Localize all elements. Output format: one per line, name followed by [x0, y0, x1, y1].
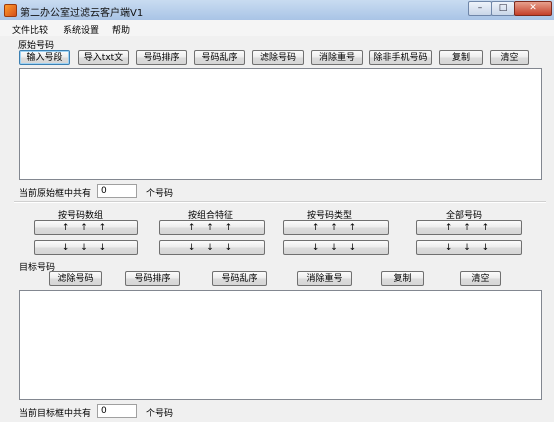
menu-help[interactable]: 帮助	[112, 23, 130, 36]
all-numbers-up-button[interactable]: ↑ ↑ ↑	[416, 220, 522, 235]
target-count-suffix: 个号码	[146, 409, 174, 419]
by-number-type-up-button[interactable]: ↑ ↑ ↑	[283, 220, 389, 235]
target-numbers-textarea[interactable]	[19, 290, 542, 400]
by-number-group-down-button[interactable]: ↓ ↓ ↓	[34, 240, 138, 255]
by-number-group-up-button[interactable]: ↑ ↑ ↑	[34, 220, 138, 235]
all-numbers-down-button[interactable]: ↓ ↓ ↓	[416, 240, 522, 255]
title-bar: 第二办公室过滤云客户端V1 – □ ✕	[0, 0, 554, 21]
menu-system-settings[interactable]: 系统设置	[63, 23, 99, 36]
minimize-button[interactable]: –	[468, 1, 492, 16]
window-title: 第二办公室过滤云客户端V1	[20, 8, 144, 19]
filter-numbers-button[interactable]: 滤除号码	[252, 50, 304, 65]
dedupe-target-button[interactable]: 消除重号	[297, 271, 352, 286]
copy-target-button[interactable]: 复制	[381, 271, 424, 286]
by-combination-down-button[interactable]: ↓ ↓ ↓	[159, 240, 265, 255]
filter-target-button[interactable]: 滤除号码	[49, 271, 102, 286]
by-combination-up-button[interactable]: ↑ ↑ ↑	[159, 220, 265, 235]
remove-non-mobile-button[interactable]: 除非手机号码	[369, 50, 432, 65]
menu-file-compare[interactable]: 文件比较	[12, 23, 48, 36]
menu-bar: 文件比较 系统设置 帮助	[0, 20, 554, 36]
source-numbers-textarea[interactable]	[19, 68, 542, 180]
section-divider	[14, 201, 546, 203]
sort-numbers-button[interactable]: 号码排序	[136, 50, 187, 65]
import-txt-button[interactable]: 导入txt文	[78, 50, 129, 65]
remove-duplicates-button[interactable]: 消除重号	[311, 50, 363, 65]
copy-source-button[interactable]: 复制	[439, 50, 483, 65]
source-count-field: 0	[97, 184, 137, 198]
source-count-suffix: 个号码	[146, 189, 174, 199]
sort-target-button[interactable]: 号码排序	[125, 271, 180, 286]
app-icon	[4, 4, 17, 17]
target-count-field: 0	[97, 404, 137, 418]
maximize-button[interactable]: □	[491, 1, 515, 16]
shuffle-numbers-button[interactable]: 号码乱序	[194, 50, 245, 65]
clear-source-button[interactable]: 清空	[490, 50, 529, 65]
by-number-type-down-button[interactable]: ↓ ↓ ↓	[283, 240, 389, 255]
source-count-prefix: 当前原始框中共有	[19, 189, 92, 199]
target-count-prefix: 当前目标框中共有	[19, 409, 92, 419]
shuffle-target-button[interactable]: 号码乱序	[212, 271, 267, 286]
clear-target-button[interactable]: 清空	[460, 271, 501, 286]
input-range-button[interactable]: 输入号段	[19, 50, 70, 65]
close-button[interactable]: ✕	[514, 1, 552, 16]
